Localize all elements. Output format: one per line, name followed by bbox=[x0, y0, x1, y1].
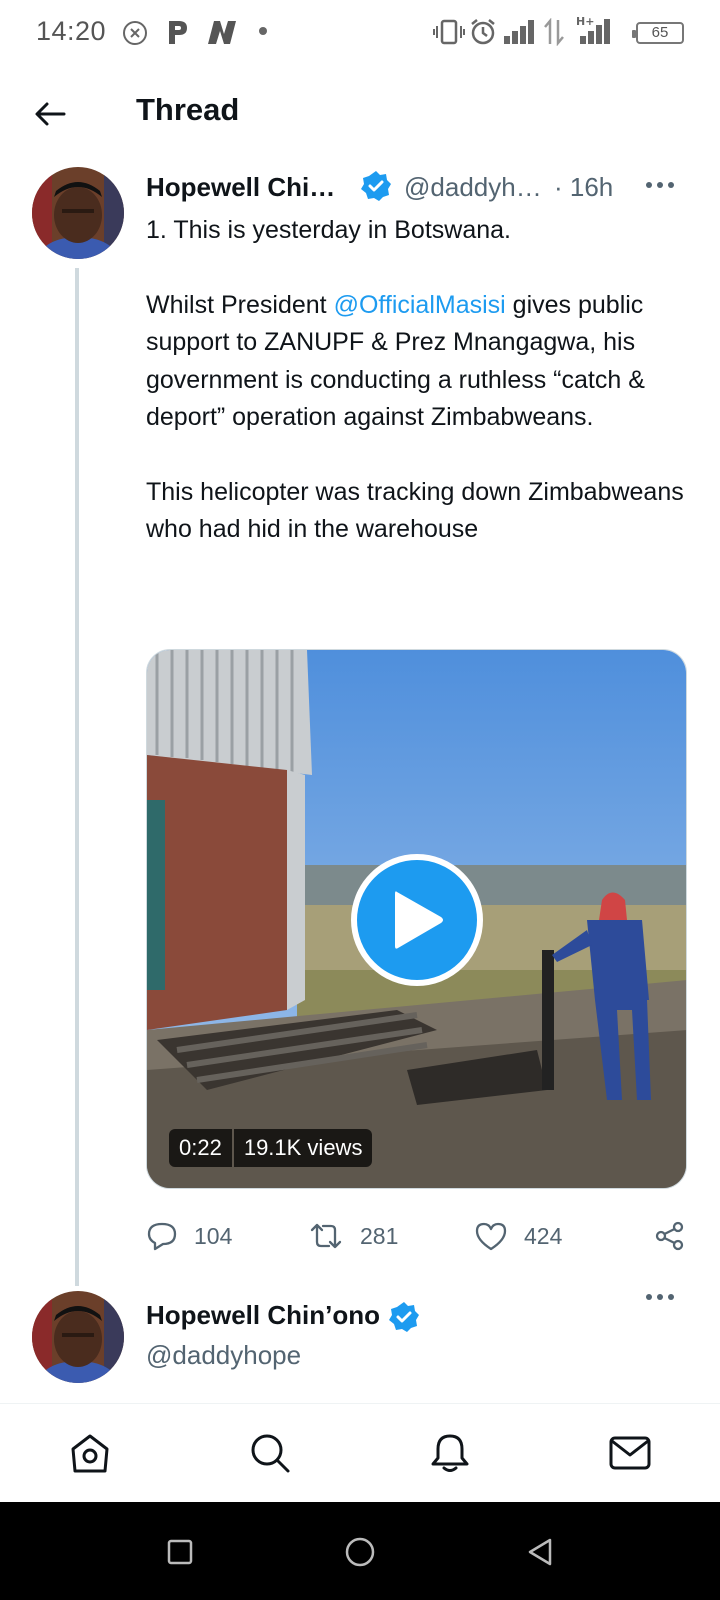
retweet-count: 281 bbox=[360, 1222, 399, 1249]
home-icon bbox=[71, 1434, 109, 1473]
avatar[interactable] bbox=[32, 167, 124, 259]
dot-icon bbox=[259, 27, 267, 35]
back-button[interactable] bbox=[26, 90, 74, 138]
nav-messages[interactable] bbox=[606, 1429, 654, 1477]
status-time: 14:20 bbox=[36, 16, 107, 46]
verified-badge-icon bbox=[361, 171, 391, 201]
heart-icon bbox=[475, 1222, 507, 1251]
retweet-button[interactable]: 281 bbox=[308, 1214, 398, 1258]
battery-icon: 65 bbox=[632, 22, 684, 44]
like-button[interactable]: 424 bbox=[474, 1214, 562, 1258]
text-span: Whilst President bbox=[146, 290, 334, 319]
search-icon bbox=[251, 1434, 290, 1473]
page-title: Thread bbox=[136, 92, 240, 127]
video-player[interactable]: 0:22 19.1K views bbox=[146, 649, 687, 1189]
triangle-back-icon bbox=[528, 1538, 552, 1566]
data-arrows-icon bbox=[544, 18, 564, 46]
home-system-button[interactable] bbox=[340, 1532, 380, 1572]
svg-text:H+: H+ bbox=[576, 15, 594, 28]
share-button[interactable] bbox=[654, 1214, 686, 1258]
view-count: 19.1K views bbox=[233, 1129, 373, 1167]
nav-notifications[interactable] bbox=[426, 1429, 474, 1477]
status-bar: 14:20 H+ 65 bbox=[0, 0, 720, 64]
author-handle[interactable]: @daddyhope bbox=[146, 1340, 301, 1371]
tweet-timestamp[interactable]: · 16h bbox=[554, 172, 613, 203]
square-icon bbox=[167, 1539, 193, 1565]
signal-icon bbox=[504, 20, 534, 44]
alarm-icon bbox=[471, 19, 495, 45]
more-options-button[interactable] bbox=[640, 1282, 680, 1312]
share-icon bbox=[655, 1221, 684, 1251]
tweet-paragraph-3: This helicopter was tracking down Zimbab… bbox=[146, 477, 684, 544]
messages-icon bbox=[609, 1436, 651, 1470]
h-plus-signal-icon: H+ bbox=[576, 15, 610, 44]
like-count: 424 bbox=[524, 1222, 563, 1249]
author-name[interactable]: Hopewell Chi… bbox=[146, 172, 335, 203]
media-meta: 0:22 19.1K views bbox=[169, 1129, 373, 1167]
more-dots-icon bbox=[646, 1294, 674, 1300]
nav-search[interactable] bbox=[246, 1429, 294, 1477]
arrow-left-icon bbox=[35, 102, 66, 126]
thread-header: Thread bbox=[0, 72, 720, 152]
bottom-navigation bbox=[0, 1403, 720, 1503]
verified-badge-icon bbox=[389, 1301, 420, 1332]
p-notification-icon bbox=[169, 21, 187, 44]
play-button[interactable] bbox=[351, 854, 483, 986]
video-duration: 0:22 bbox=[169, 1129, 232, 1167]
avatar[interactable] bbox=[32, 1291, 124, 1383]
tweet-header: Hopewell Chi… @daddyh… · 16h bbox=[146, 170, 686, 210]
more-dots-icon bbox=[646, 182, 674, 188]
n-notification-icon bbox=[208, 21, 236, 44]
reply-button[interactable]: 104 bbox=[146, 1214, 232, 1258]
tweet-actions: 104 281 424 bbox=[146, 1214, 692, 1258]
reply-icon bbox=[147, 1222, 177, 1251]
reply-count: 104 bbox=[194, 1222, 233, 1249]
author-handle[interactable]: @daddyh… bbox=[404, 172, 542, 203]
thread-connector-line bbox=[75, 268, 79, 1286]
mention-link[interactable]: @OfficialMasisi bbox=[334, 291, 506, 319]
tweet-paragraph-2: Whilst President @OfficialMasisi gives p… bbox=[146, 287, 686, 437]
play-icon bbox=[395, 891, 443, 949]
back-system-button[interactable] bbox=[520, 1532, 560, 1572]
recents-button[interactable] bbox=[160, 1532, 200, 1572]
vibrate-icon bbox=[433, 19, 465, 45]
more-options-button[interactable] bbox=[640, 170, 680, 200]
retweet-icon bbox=[310, 1223, 342, 1249]
tweet-paragraph-1: 1. This is yesterday in Botswana. bbox=[146, 216, 511, 244]
system-navigation-bar bbox=[0, 1502, 720, 1600]
author-name[interactable]: Hopewell Chin’ono bbox=[146, 1300, 380, 1330]
nav-home[interactable] bbox=[66, 1429, 114, 1477]
next-tweet-header: Hopewell Chin’ono bbox=[146, 1300, 420, 1340]
notifications-icon bbox=[431, 1434, 469, 1472]
tweet-text: 1. This is yesterday in Botswana. Whilst… bbox=[146, 212, 686, 549]
close-circle-icon bbox=[123, 21, 147, 45]
circle-icon bbox=[345, 1537, 375, 1567]
